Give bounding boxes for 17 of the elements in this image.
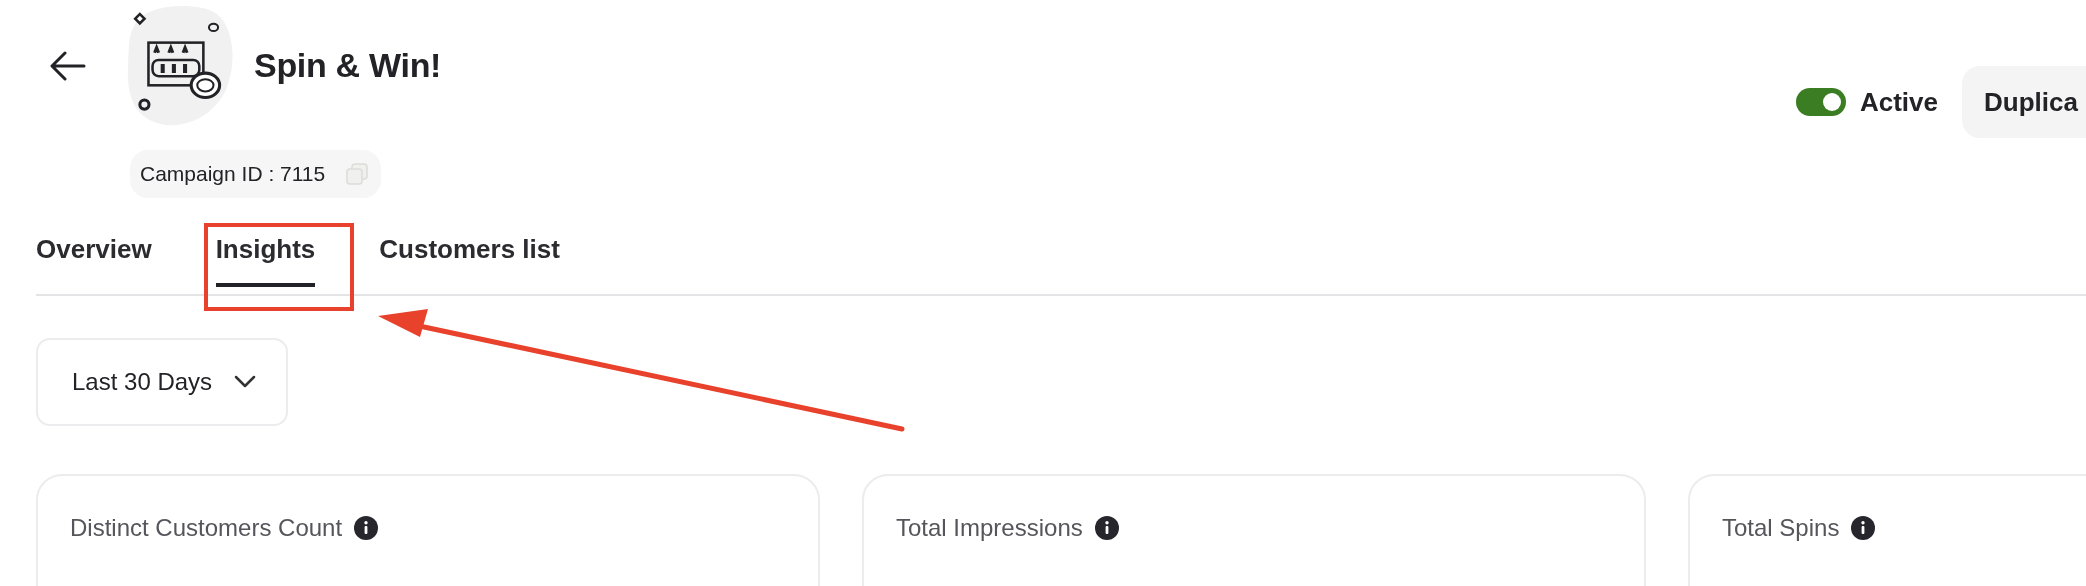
card-title: Total Spins	[1722, 513, 1840, 543]
status-label: Active	[1859, 85, 1938, 119]
tab[interactable]: Customers list	[379, 226, 560, 294]
page-title: Spin & Win!	[254, 45, 442, 86]
card-title: Distinct Customers Count	[70, 513, 343, 543]
chevron-down-icon	[234, 375, 257, 389]
tab[interactable]: Overview	[36, 226, 152, 294]
info-icon[interactable]	[1094, 516, 1119, 540]
date-range-dropdown[interactable]: Last 30 Days	[36, 338, 289, 426]
back-arrow-icon	[50, 51, 86, 81]
info-icon[interactable]	[1851, 516, 1876, 540]
duplicate-button[interactable]: Duplica	[1962, 66, 2086, 138]
card-title: Total Impressions	[896, 513, 1083, 543]
campaign-id: Campaign ID : 7115	[140, 161, 326, 188]
status-toggle[interactable]	[1795, 88, 1846, 116]
info-icon[interactable]	[354, 516, 379, 540]
tab[interactable]: Insights	[215, 226, 316, 294]
